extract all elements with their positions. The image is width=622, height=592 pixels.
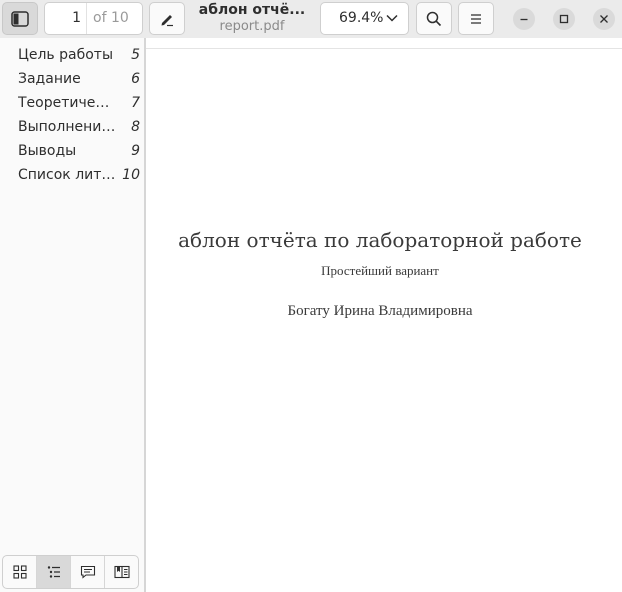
minimize-icon [520,18,528,21]
outline-item-label: Теоретическая часть [18,95,116,111]
annotations-icon [80,565,95,579]
document-author: Богату Ирина Владимировна [287,303,473,319]
document-subheading: Простейший вариант [321,263,439,278]
outline-item-page: 8 [131,119,140,135]
outline-item-label: Цель работы [18,47,114,63]
sidebar-icon [11,10,29,27]
tab-thumbnails[interactable] [3,556,37,588]
tab-bookmarks[interactable] [105,556,138,588]
minimize-button[interactable] [513,8,535,30]
outline-item[interactable]: Список литературы 10 [0,163,144,187]
tab-annotations[interactable] [71,556,105,588]
sidebar-tabs [2,555,139,589]
hamburger-menu-icon [471,13,481,24]
window-title: аблон отчё... [198,2,306,18]
outline-item[interactable]: Теоретическая часть 7 [0,91,144,115]
document-heading: аблон отчёта по лабораторной работе [178,228,582,252]
sidebar: Цель работы 5 Задание 6 Теоретическая ча… [0,38,144,592]
pen-icon [161,14,173,26]
outline-item-page: 5 [131,47,140,63]
chevron-down-icon [386,14,398,22]
bookmarks-icon [113,565,130,579]
outline-item[interactable]: Выводы 9 [0,139,144,163]
outline-item-label: Список литературы [18,167,116,183]
outline-item-page: 9 [131,143,140,159]
maximize-icon [559,14,569,24]
main-menu-button[interactable] [458,2,494,35]
outline-item[interactable]: Цель работы 5 [0,43,144,67]
outline-item-page: 7 [131,95,140,111]
page-top-edge [146,48,622,49]
search-button[interactable] [416,2,452,35]
outline-item-label: Выводы [18,143,77,159]
current-page-input[interactable]: 1 [45,3,85,34]
header-bar: 1 of 10 аблон отчё... report.pdf 69.4% [0,0,622,38]
outline-item-page: 6 [131,71,140,87]
file-name: report.pdf [219,19,285,34]
close-icon [600,15,608,23]
sidebar-toggle-button[interactable] [2,2,38,35]
search-icon [426,11,442,26]
thumbnails-icon [12,565,27,579]
outline-item-page: 10 [122,167,140,183]
outline-item[interactable]: Выполнение работы 8 [0,115,144,139]
annotate-button[interactable] [149,2,185,35]
zoom-dropdown[interactable]: 69.4% [320,2,409,35]
outline-item[interactable]: Задание 6 [0,67,144,91]
document-title-block: аблон отчё... report.pdf [192,1,312,35]
zoom-level: 69.4% [339,10,384,26]
outline-icon [47,566,60,578]
page-field-divider [86,3,87,34]
tab-outline[interactable] [37,556,71,588]
page-number-field[interactable]: 1 of 10 [44,2,143,35]
maximize-button[interactable] [553,8,575,30]
page-total-label: of 10 [93,10,129,26]
outline-item-label: Выполнение работы [18,119,116,135]
close-button[interactable] [593,8,615,30]
outline-item-label: Задание [18,71,81,87]
